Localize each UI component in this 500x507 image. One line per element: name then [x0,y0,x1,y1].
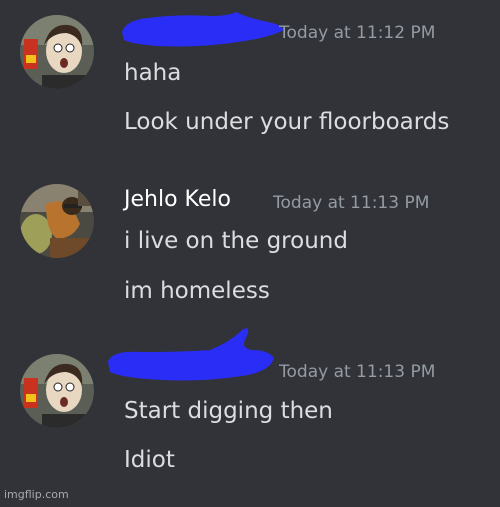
message-username[interactable]: Jehlo Kelo [124,187,231,212]
message-text: Idiot [124,447,175,473]
message-timestamp: Today at 11:13 PM [273,193,430,213]
user-avatar[interactable] [20,184,94,258]
redacted-username-scribble [122,12,284,47]
user-avatar-icon [20,354,94,428]
redacted-username-scribble [108,328,274,381]
user-avatar-icon [20,15,94,89]
message-timestamp: Today at 11:13 PM [279,362,436,382]
message-text: haha [124,60,182,86]
message-timestamp: Today at 11:12 PM [279,23,436,43]
watermark: imgflip.com [4,488,69,501]
user-avatar-icon [20,184,94,258]
message-text: i live on the ground [124,228,348,254]
user-avatar[interactable] [20,354,94,428]
message-text: Start digging then [124,398,333,424]
user-avatar[interactable] [20,15,94,89]
message-text: im homeless [124,278,270,304]
message-text: Look under your floorboards [124,109,450,135]
